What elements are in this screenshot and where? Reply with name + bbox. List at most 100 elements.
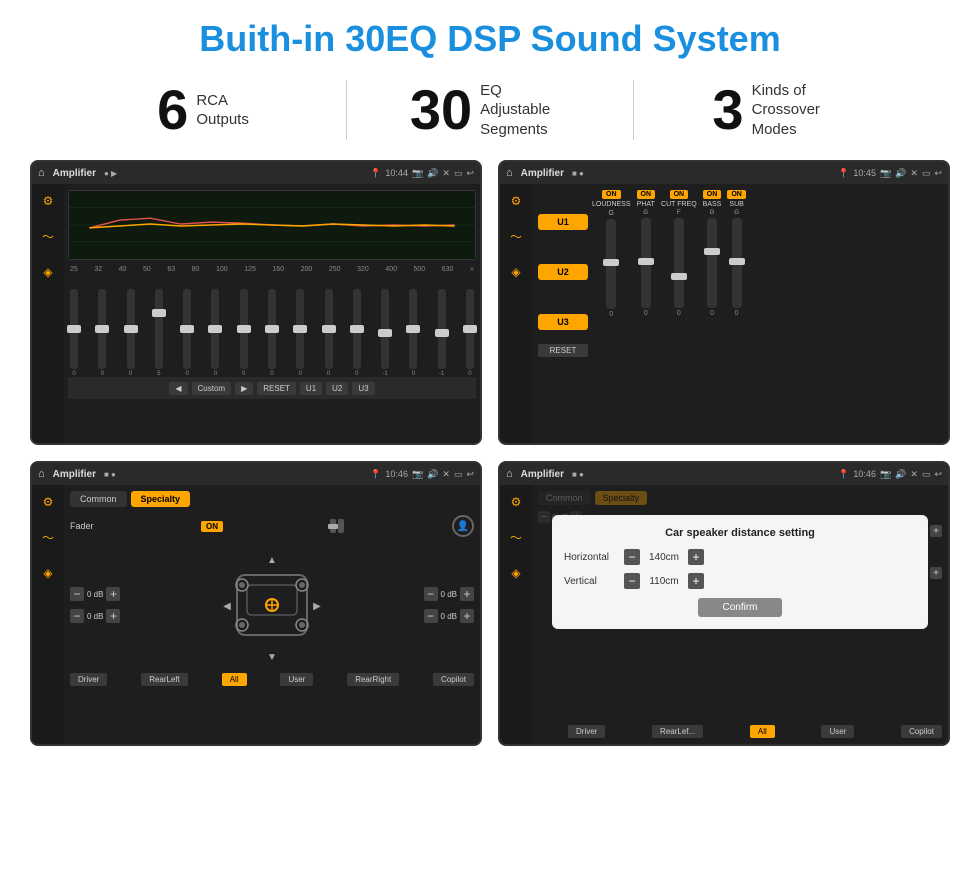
eq-reset-btn[interactable]: RESET bbox=[257, 382, 296, 395]
eq-speaker-icon[interactable]: ◈ bbox=[43, 265, 52, 279]
screen3-topbar-right: 📍 10:46 📷 🔊 ✕ ▭ ↩ bbox=[370, 469, 474, 480]
screen3-content: ⚙ 〜 ◈ Common Specialty Fader ON bbox=[32, 485, 480, 744]
amp-wave-icon[interactable]: 〜 bbox=[510, 228, 522, 245]
eq-next-btn[interactable]: ▶ bbox=[235, 382, 253, 395]
db-plus-tl[interactable]: + bbox=[106, 587, 120, 601]
eq-filter-icon[interactable]: ⚙ bbox=[43, 194, 54, 208]
home-icon[interactable]: ⌂ bbox=[38, 167, 45, 179]
screen3-win[interactable]: ▭ bbox=[454, 469, 463, 480]
screen2-back[interactable]: ↩ bbox=[934, 168, 942, 179]
eq-u1-btn[interactable]: U1 bbox=[300, 382, 322, 395]
back-icon[interactable]: ↩ bbox=[466, 168, 474, 179]
dialog-btn-rearleft[interactable]: RearLef... bbox=[652, 725, 703, 738]
screen4-title: Amplifier bbox=[521, 469, 564, 480]
screen4-win[interactable]: ▭ bbox=[922, 469, 931, 480]
ch-bass-slider[interactable] bbox=[707, 218, 717, 308]
dialog-btn-all[interactable]: All bbox=[750, 725, 775, 738]
fader-slider[interactable] bbox=[330, 519, 336, 533]
btn-copilot[interactable]: Copilot bbox=[433, 673, 474, 686]
amp-u3-preset[interactable]: U3 bbox=[538, 314, 588, 330]
ch-bass-toggle[interactable]: ON bbox=[703, 190, 722, 199]
db-control-tr: − 0 dB + bbox=[424, 587, 474, 601]
dialog-horizontal-minus[interactable]: − bbox=[624, 549, 640, 565]
dialog-vertical-minus[interactable]: − bbox=[624, 573, 640, 589]
eq-u3-btn[interactable]: U3 bbox=[352, 382, 374, 395]
btn-rearleft[interactable]: RearLeft bbox=[141, 673, 188, 686]
close-icon[interactable]: ✕ bbox=[442, 168, 450, 179]
db-plus-bl[interactable]: + bbox=[106, 609, 120, 623]
screen2-home-icon[interactable]: ⌂ bbox=[506, 167, 513, 179]
db-minus-tr[interactable]: − bbox=[424, 587, 438, 601]
amp-u1-preset[interactable]: U1 bbox=[538, 214, 588, 230]
dialog-speaker-icon[interactable]: ◈ bbox=[511, 566, 520, 580]
db-minus-bl[interactable]: − bbox=[70, 609, 84, 623]
screen3-title: Amplifier bbox=[53, 469, 96, 480]
db-minus-br[interactable]: − bbox=[424, 609, 438, 623]
amp-presets-col: U1 U2 U3 RESET bbox=[538, 190, 588, 437]
screen2-win[interactable]: ▭ bbox=[922, 168, 931, 179]
screen4-back[interactable]: ↩ bbox=[934, 469, 942, 480]
ch-loudness-toggle[interactable]: ON bbox=[602, 190, 621, 199]
fader-filter-icon[interactable]: ⚙ bbox=[43, 495, 54, 509]
screen4-home-icon[interactable]: ⌂ bbox=[506, 468, 513, 480]
amp-u2-preset[interactable]: U2 bbox=[538, 264, 588, 280]
btn-user[interactable]: User bbox=[280, 673, 313, 686]
ch-phat-toggle[interactable]: ON bbox=[637, 190, 656, 199]
ch-sub-toggle[interactable]: ON bbox=[727, 190, 746, 199]
eq-wave-icon[interactable]: 〜 bbox=[42, 228, 54, 245]
dialog-filter-icon[interactable]: ⚙ bbox=[511, 495, 522, 509]
slider-160: 0 bbox=[296, 289, 304, 377]
screen4-close[interactable]: ✕ bbox=[910, 469, 918, 480]
stat-eq-number: 30 bbox=[410, 82, 472, 138]
ch-loudness-slider[interactable] bbox=[606, 219, 616, 309]
dialog-btn-driver[interactable]: Driver bbox=[568, 725, 605, 738]
fader-slider2[interactable] bbox=[338, 519, 344, 533]
screen2-topbar: ⌂ Amplifier ■ ● 📍 10:45 📷 🔊 ✕ ▭ ↩ bbox=[500, 162, 948, 184]
ch-sub-slider[interactable] bbox=[732, 218, 742, 308]
dialog-vertical-row: Vertical − 110cm + bbox=[564, 573, 916, 589]
dialog-btn-copilot[interactable]: Copilot bbox=[901, 725, 942, 738]
dialog-btn-user[interactable]: User bbox=[821, 725, 854, 738]
fader-toggle[interactable]: ON bbox=[201, 521, 223, 532]
screen3-back[interactable]: ↩ bbox=[466, 469, 474, 480]
dialog-horizontal-plus[interactable]: + bbox=[688, 549, 704, 565]
amp-filter-icon[interactable]: ⚙ bbox=[511, 194, 522, 208]
screen3-topbar: ⌂ Amplifier ■ ● 📍 10:46 📷 🔊 ✕ ▭ ↩ bbox=[32, 463, 480, 485]
amp-reset-btn[interactable]: RESET bbox=[538, 344, 588, 357]
ch-phat-slider[interactable] bbox=[641, 218, 651, 308]
eq-prev-btn[interactable]: ◀ bbox=[169, 382, 187, 395]
screen3-close[interactable]: ✕ bbox=[442, 469, 450, 480]
tab-common[interactable]: Common bbox=[70, 491, 127, 507]
dialog-vertical-plus[interactable]: + bbox=[688, 573, 704, 589]
eq-preset-custom[interactable]: Custom bbox=[192, 382, 232, 395]
eq-u2-btn[interactable]: U2 bbox=[326, 382, 348, 395]
amp-speaker-icon[interactable]: ◈ bbox=[511, 265, 520, 279]
confirm-button[interactable]: Confirm bbox=[698, 598, 781, 617]
fader-wave-icon[interactable]: 〜 bbox=[42, 529, 54, 546]
svg-text:▼: ▼ bbox=[267, 652, 277, 663]
slider-80: 0 bbox=[211, 289, 219, 377]
btn-driver[interactable]: Driver bbox=[70, 673, 107, 686]
db-plus-br[interactable]: + bbox=[460, 609, 474, 623]
eq-freq-labels: 25 32 40 50 63 80 100 125 160 200 250 32… bbox=[68, 266, 476, 273]
dialog-wave-icon[interactable]: 〜 bbox=[510, 529, 522, 546]
channel-phat: ON PHAT G 0 bbox=[637, 190, 656, 317]
fader-speaker-icon[interactable]: ◈ bbox=[43, 566, 52, 580]
slider-125: 0 bbox=[268, 289, 276, 377]
tab-specialty[interactable]: Specialty bbox=[131, 491, 191, 507]
screen-dialog: ⌂ Amplifier ■ ● 📍 10:46 📷 🔊 ✕ ▭ ↩ ⚙ 〜 ◈ bbox=[498, 461, 950, 746]
screen1-topbar: ⌂ Amplifier ● ▶ 📍 10:44 📷 🔊 ✕ ▭ ↩ bbox=[32, 162, 480, 184]
db-minus-tl[interactable]: − bbox=[70, 587, 84, 601]
screen2-close[interactable]: ✕ bbox=[910, 168, 918, 179]
ch-cutfreq-slider[interactable] bbox=[674, 218, 684, 308]
btn-rearright[interactable]: RearRight bbox=[347, 673, 399, 686]
window-icon[interactable]: ▭ bbox=[454, 168, 463, 179]
car-diagram-svg: ▲ ▼ ◀ ▶ bbox=[222, 545, 322, 665]
ch-cutfreq-toggle[interactable]: ON bbox=[670, 190, 689, 199]
db-plus-tr[interactable]: + bbox=[460, 587, 474, 601]
screen3-home-icon[interactable]: ⌂ bbox=[38, 468, 45, 480]
slider-25: 0 bbox=[70, 289, 78, 377]
dialog-db-plus1[interactable]: + bbox=[930, 525, 942, 537]
dialog-db-plus2[interactable]: + bbox=[930, 567, 942, 579]
btn-all[interactable]: All bbox=[222, 673, 247, 686]
